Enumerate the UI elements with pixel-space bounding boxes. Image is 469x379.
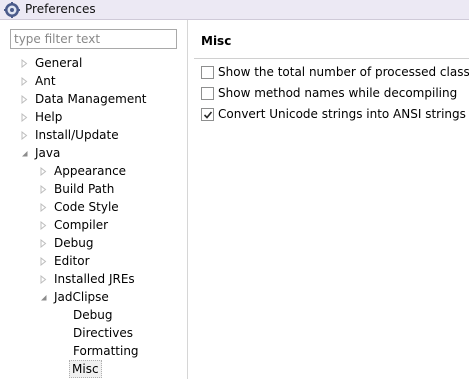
collapsed-arrow-icon[interactable] xyxy=(39,257,48,266)
title-bar: Preferences xyxy=(0,0,469,20)
preference-tree-pane: General Ant Data Management Help Install… xyxy=(0,20,187,379)
tree-item-label: Misc xyxy=(69,360,102,378)
tree-item-label: Data Management xyxy=(35,92,147,106)
expanded-arrow-icon[interactable] xyxy=(20,149,29,158)
collapsed-arrow-icon[interactable] xyxy=(20,113,29,122)
tree-item-label: Build Path xyxy=(54,182,115,196)
window-title: Preferences xyxy=(25,2,96,16)
collapsed-arrow-icon[interactable] xyxy=(39,275,48,284)
tree-item-label: Appearance xyxy=(54,164,127,178)
checkbox-unchecked[interactable] xyxy=(201,87,214,100)
tree-item-label: General xyxy=(35,56,83,70)
preference-page: Misc Show the total number of processed … xyxy=(188,20,469,379)
collapsed-arrow-icon[interactable] xyxy=(20,131,29,140)
tree-item-label: Code Style xyxy=(54,200,119,214)
page-title: Misc xyxy=(201,34,232,48)
expanded-arrow-icon[interactable] xyxy=(39,293,48,302)
collapsed-arrow-icon[interactable] xyxy=(20,77,29,86)
tree-item-label: Install/Update xyxy=(35,128,119,142)
tree-item-label: Installed JREs xyxy=(54,272,135,286)
checkbox-checked[interactable] xyxy=(201,108,214,121)
collapsed-arrow-icon[interactable] xyxy=(20,59,29,68)
filter-input[interactable] xyxy=(10,29,177,49)
option-label: Show method names while decompiling xyxy=(218,86,458,100)
collapsed-arrow-icon[interactable] xyxy=(39,167,48,176)
tree-item-label: Java xyxy=(35,146,61,160)
tree-item-label: Debug xyxy=(54,236,94,250)
tree-item-label: Ant xyxy=(35,74,56,88)
option-label: Show the total number of processed class… xyxy=(218,65,469,79)
tree-item-label: Formatting xyxy=(73,344,139,358)
title-separator xyxy=(194,58,469,59)
tree-item-label: Compiler xyxy=(54,218,109,232)
tree-item-label: JadClipse xyxy=(54,290,109,304)
tree-item-label: Directives xyxy=(73,326,133,340)
tree-item-label: Editor xyxy=(54,254,90,268)
collapsed-arrow-icon[interactable] xyxy=(39,185,48,194)
collapsed-arrow-icon[interactable] xyxy=(39,239,48,248)
checkbox-unchecked[interactable] xyxy=(201,66,214,79)
tree-item-label: Debug xyxy=(73,308,113,322)
checkmark-icon xyxy=(203,111,213,119)
collapsed-arrow-icon[interactable] xyxy=(39,221,48,230)
collapsed-arrow-icon[interactable] xyxy=(39,203,48,212)
tree-item-label: Help xyxy=(35,110,63,124)
option-label: Convert Unicode strings into ANSI string… xyxy=(218,107,466,121)
preferences-icon xyxy=(4,2,20,18)
collapsed-arrow-icon[interactable] xyxy=(20,95,29,104)
